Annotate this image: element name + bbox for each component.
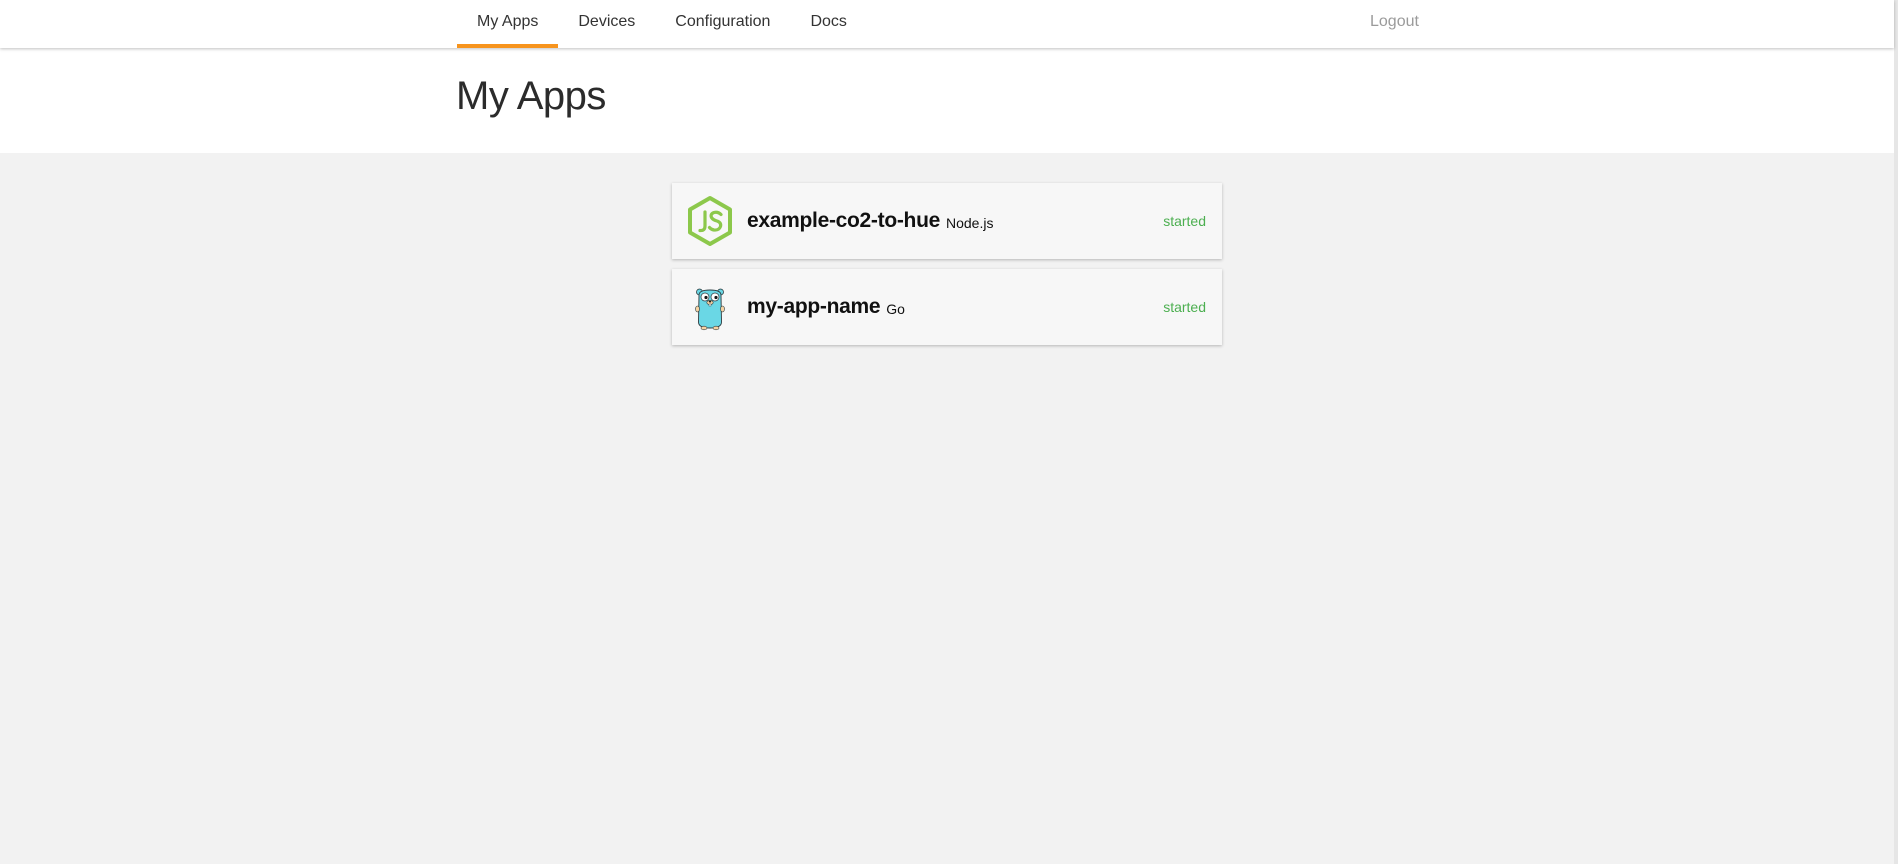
nav-item-configuration[interactable]: Configuration [655,0,790,48]
app-list: example-co2-to-hue Node.js started my-ap… [672,183,1222,355]
page-title: My Apps [456,74,606,118]
nav-item-devices[interactable]: Devices [558,0,655,48]
scrollbar-track[interactable] [1894,0,1898,864]
page-header: My Apps [0,48,1894,153]
app-runtime: Node.js [945,215,994,231]
app-card-example-co2-to-hue[interactable]: example-co2-to-hue Node.js started [672,183,1222,259]
app-name: my-app-name [747,295,881,318]
app-runtime: Go [886,301,905,317]
top-navigation-bar: My Apps Devices Configuration Docs Logou… [0,0,1894,48]
app-name: example-co2-to-hue [747,209,940,232]
app-title: example-co2-to-hue Node.js [747,183,993,259]
go-gopher-icon [684,281,736,333]
app-status-badge: started [1163,299,1206,315]
main-nav: My Apps Devices Configuration Docs [457,0,867,48]
app-status-badge: started [1163,213,1206,229]
nodejs-icon [684,195,736,247]
app-card-my-app-name[interactable]: my-app-name Go started [672,269,1222,345]
nav-item-my-apps[interactable]: My Apps [457,0,559,48]
logout-link[interactable]: Logout [1370,0,1419,48]
nav-item-docs[interactable]: Docs [790,0,866,48]
app-title: my-app-name Go [747,269,905,345]
